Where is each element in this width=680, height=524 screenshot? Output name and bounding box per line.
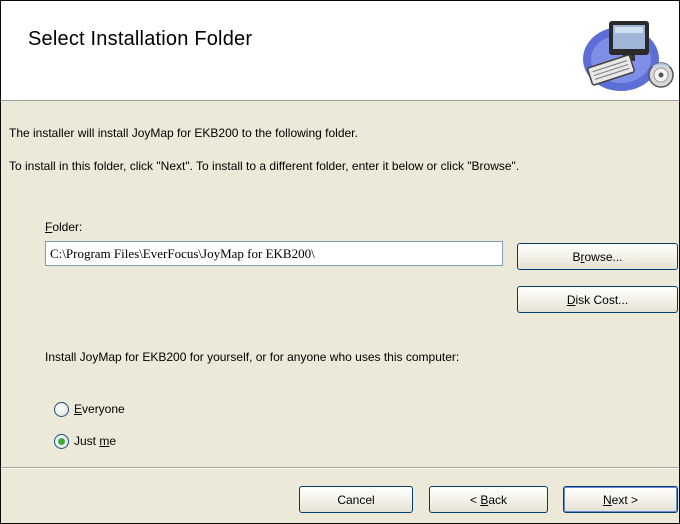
back-button[interactable]: < Back bbox=[429, 486, 548, 513]
intro-text-1: The installer will install JoyMap for EK… bbox=[9, 126, 358, 140]
header-banner: Select Installation Folder bbox=[1, 1, 679, 101]
cancel-label: Cancel bbox=[337, 492, 375, 507]
disk-cost-button[interactable]: Disk Cost... bbox=[517, 286, 678, 313]
radio-everyone-accel: E bbox=[74, 402, 83, 416]
back-post: ack bbox=[488, 492, 508, 507]
back-pre: < bbox=[469, 492, 481, 507]
folder-label: Folder: bbox=[45, 220, 82, 234]
radio-everyone[interactable]: Everyone bbox=[54, 400, 125, 418]
next-button[interactable]: Next > bbox=[563, 486, 678, 513]
folder-path-input[interactable]: C:\Program Files\EverFocus\JoyMap for EK… bbox=[45, 241, 503, 266]
next-accel: N bbox=[602, 492, 612, 507]
radio-just-me[interactable]: Just me bbox=[54, 432, 116, 450]
radio-everyone-rest: veryone bbox=[82, 402, 125, 416]
next-post: ext > bbox=[611, 492, 639, 507]
footer-divider bbox=[1, 467, 679, 469]
radio-just-me-circle[interactable] bbox=[54, 433, 69, 449]
radio-justme-accel: m bbox=[99, 434, 110, 448]
computer-install-icon bbox=[583, 21, 674, 91]
folder-label-rest: older: bbox=[52, 220, 83, 234]
intro-text-2: To install in this folder, click "Next".… bbox=[9, 159, 520, 173]
install-for-prompt: Install JoyMap for EKB200 for yourself, … bbox=[45, 350, 460, 364]
radio-justme-pre: Just bbox=[74, 434, 100, 448]
cancel-button[interactable]: Cancel bbox=[299, 486, 413, 513]
disk-post: isk Cost... bbox=[575, 292, 629, 307]
radio-justme-rest: e bbox=[109, 434, 117, 448]
back-accel: B bbox=[480, 492, 489, 507]
page-title: Select Installation Folder bbox=[28, 28, 253, 50]
browse-post: owse... bbox=[584, 249, 623, 264]
disk-accel: D bbox=[566, 292, 576, 307]
browse-button[interactable]: Br owse... bbox=[517, 243, 678, 270]
installer-dialog: Select Installation Folder The installer… bbox=[0, 0, 680, 524]
browse-pre: B bbox=[572, 249, 581, 264]
radio-everyone-circle[interactable] bbox=[54, 401, 69, 417]
